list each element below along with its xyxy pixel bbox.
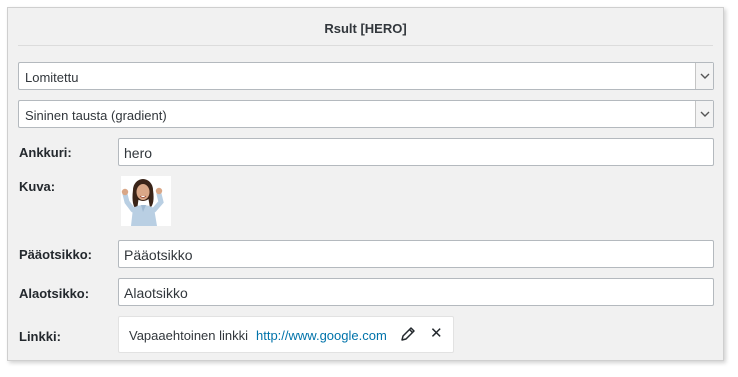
- link-url[interactable]: http://www.google.com: [256, 328, 387, 343]
- link-field: Vapaaehtoinen linkki http://www.google.c…: [118, 316, 454, 353]
- heading-input-value: Pääotsikko: [124, 247, 193, 263]
- subheading-input[interactable]: Alaotsikko: [118, 278, 714, 306]
- chevron-down-icon[interactable]: [695, 63, 713, 89]
- layout-select-value: Lomitettu: [25, 70, 79, 85]
- heading-input[interactable]: Pääotsikko: [118, 240, 714, 268]
- hero-image-thumbnail[interactable]: [121, 176, 171, 226]
- anchor-input-value: hero: [124, 145, 153, 161]
- close-icon[interactable]: ✕: [430, 326, 444, 342]
- title-divider: [18, 45, 713, 46]
- subheading-input-value: Alaotsikko: [124, 285, 188, 301]
- background-select-value: Sininen tausta (gradient): [25, 108, 167, 123]
- layout-select[interactable]: Lomitettu: [18, 62, 714, 90]
- link-label: Linkki:: [19, 329, 61, 344]
- subheading-label: Alaotsikko:: [19, 286, 90, 301]
- background-select[interactable]: Sininen tausta (gradient): [18, 100, 714, 128]
- image-label: Kuva:: [19, 179, 56, 194]
- pencil-icon[interactable]: [400, 326, 416, 342]
- hero-section-panel: Rsult [HERO] Lomitettu Sininen tausta (g…: [7, 7, 724, 361]
- chevron-down-icon[interactable]: [695, 101, 713, 127]
- panel-title: Rsult [HERO]: [324, 21, 407, 36]
- anchor-label: Ankkuri:: [19, 145, 72, 160]
- heading-label: Pääotsikko:: [19, 247, 92, 262]
- link-description: Vapaaehtoinen linkki: [129, 328, 249, 343]
- anchor-input[interactable]: hero: [118, 138, 714, 166]
